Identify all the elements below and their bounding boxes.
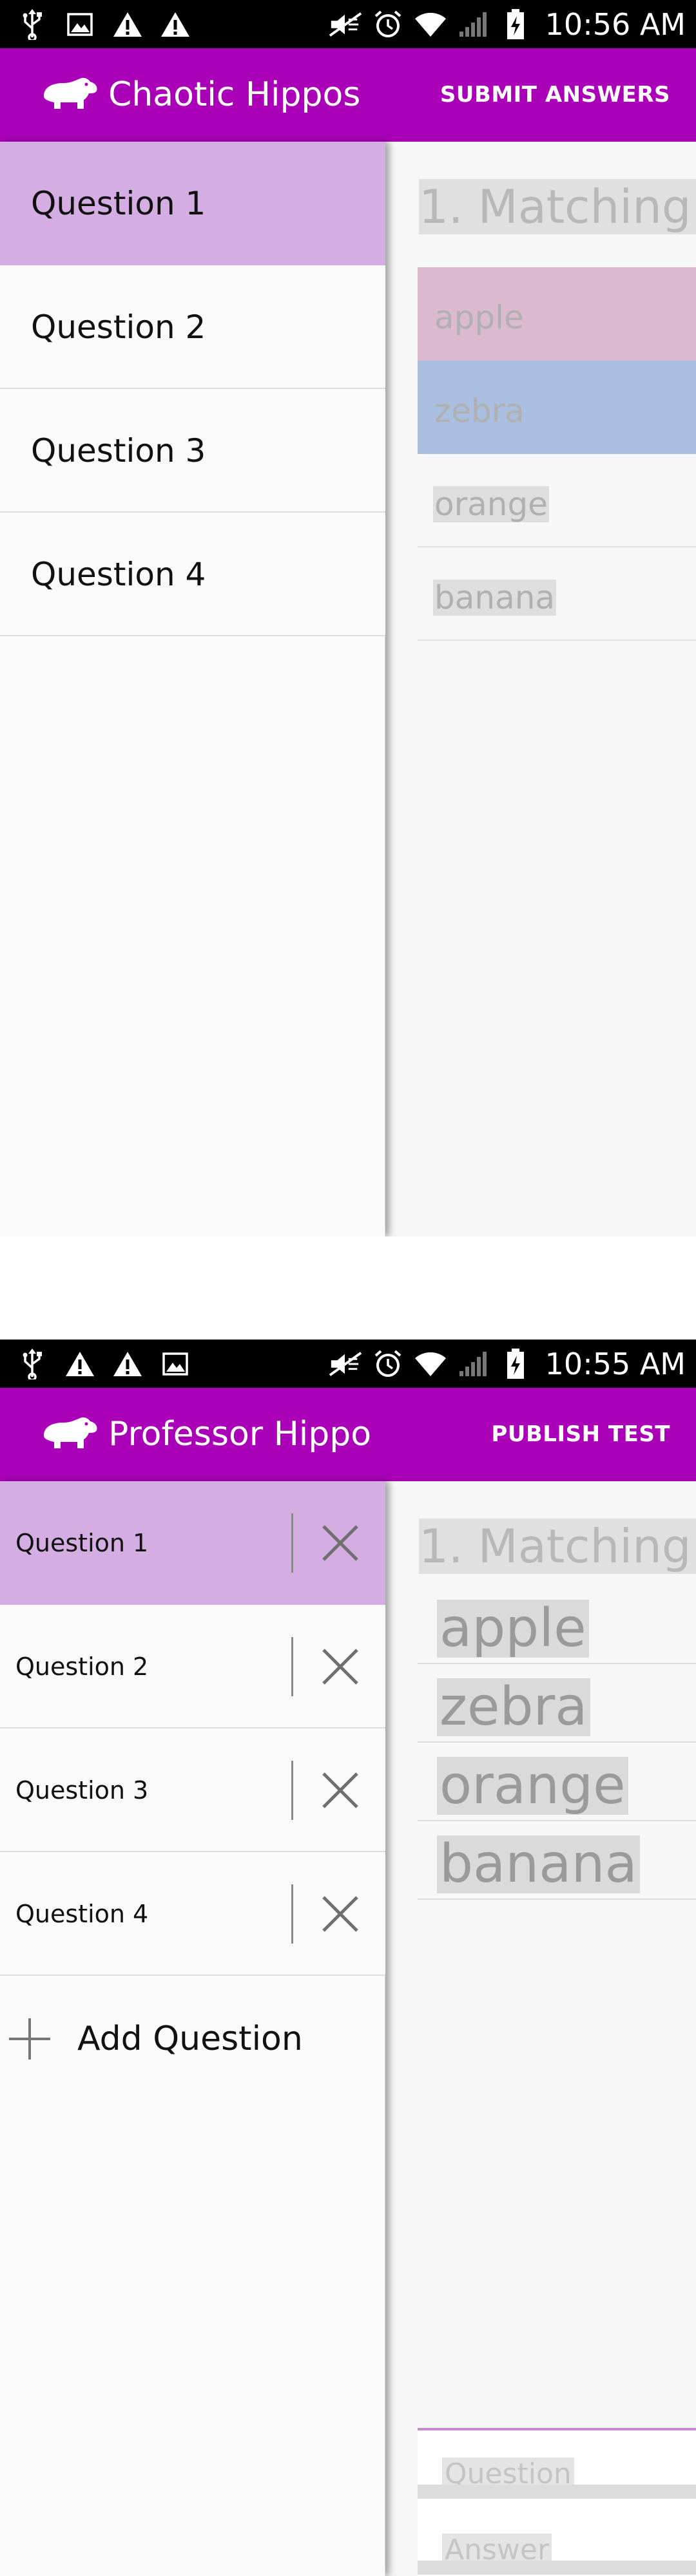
edit-option-label: zebra (437, 1678, 590, 1736)
question-editor: 1. Matching apple zebra orange banana Qu… (385, 1481, 696, 2576)
match-option-zebra[interactable]: zebra (418, 361, 696, 454)
edit-option-orange[interactable]: orange (418, 1743, 696, 1821)
app-title: Chaotic Hippos (108, 75, 361, 114)
student-screen: 10:56 AM Chaotic Hippos SUBMIT ANSWERS Q… (0, 0, 696, 1236)
match-option-orange[interactable]: orange (418, 454, 696, 547)
match-option-apple[interactable]: apple (418, 267, 696, 361)
drawer-item-question-1[interactable]: Question 1 (0, 1481, 385, 1605)
match-option-label: zebra (434, 392, 525, 430)
close-icon[interactable] (316, 1517, 365, 1569)
question-drawer: Question 1 Question 2 Question 3 Questio… (0, 142, 385, 1236)
edit-option-apple[interactable]: apple (418, 1586, 696, 1664)
question-field-underline (418, 2485, 696, 2499)
drawer-item-label: Question 2 (31, 308, 206, 346)
question-heading: 1. Matching (419, 179, 696, 234)
image-icon (63, 8, 97, 41)
drawer-item-label: Question 1 (15, 1529, 149, 1557)
mute-icon (329, 8, 362, 41)
drawer-item-question-1[interactable]: Question 1 (0, 142, 385, 265)
divider (291, 1761, 293, 1820)
mute-icon (329, 1348, 362, 1380)
warning-icon (159, 8, 192, 41)
edit-option-label: banana (437, 1835, 640, 1893)
add-question-button[interactable]: Add Question (0, 1976, 385, 2102)
warning-icon (111, 1348, 144, 1380)
drawer-item-question-2[interactable]: Question 2 (0, 265, 385, 389)
app-title: Professor Hippo (108, 1415, 372, 1454)
close-icon[interactable] (316, 1765, 365, 1816)
image-icon (159, 1348, 192, 1380)
status-clock: 10:56 AM (545, 6, 686, 42)
add-question-label: Add Question (77, 2020, 303, 2058)
wifi-icon (414, 1348, 447, 1380)
question-field[interactable]: Question (418, 2430, 696, 2506)
question-content: 1. Matching apple zebra orange banana (385, 142, 696, 1236)
drawer-item-question-3[interactable]: Question 3 (0, 1728, 385, 1852)
usb-icon (15, 1348, 49, 1380)
close-icon[interactable] (316, 1888, 365, 1940)
question-heading: 1. Matching (419, 1519, 696, 1574)
divider (291, 1637, 293, 1696)
drawer-item-question-3[interactable]: Question 3 (0, 389, 385, 513)
drawer-item-question-4[interactable]: Question 4 (0, 1852, 385, 1976)
signal-icon (456, 1348, 490, 1380)
app-bar: Chaotic Hippos SUBMIT ANSWERS (0, 48, 696, 142)
match-option-label: apple (434, 299, 524, 336)
match-option-label: banana (433, 579, 557, 616)
usb-icon (15, 8, 49, 41)
divider (291, 1884, 293, 1944)
drawer-item-label: Question 3 (15, 1776, 149, 1804)
question-drawer: Question 1 Question 2 Question 3 Questio… (0, 1481, 385, 2576)
close-icon[interactable] (316, 1641, 365, 1692)
wifi-icon (414, 8, 447, 41)
publish-test-button[interactable]: PUBLISH TEST (491, 1388, 670, 1481)
edit-option-banana[interactable]: banana (418, 1821, 696, 1900)
edit-option-label: orange (437, 1757, 628, 1815)
divider (291, 1513, 293, 1573)
match-option-banana[interactable]: banana (418, 547, 696, 641)
drawer-item-label: Question 4 (31, 556, 206, 593)
edit-option-zebra[interactable]: zebra (418, 1664, 696, 1743)
new-option-form: Question Answer (418, 2428, 696, 2576)
hippo-icon (41, 74, 99, 113)
status-bar: 10:56 AM (0, 0, 696, 48)
edit-option-label: apple (437, 1600, 589, 1658)
answer-field-underline (418, 2561, 696, 2575)
status-bar: 10:55 AM (0, 1340, 696, 1388)
hippo-icon (41, 1414, 99, 1452)
answer-field[interactable]: Answer (418, 2506, 696, 2576)
warning-icon (63, 1348, 97, 1380)
match-option-label: orange (433, 486, 549, 523)
drawer-item-label: Question 2 (15, 1653, 149, 1681)
drawer-item-label: Question 1 (31, 185, 206, 222)
plus-icon (6, 2016, 53, 2062)
app-bar: Professor Hippo PUBLISH TEST (0, 1388, 696, 1481)
drawer-item-question-2[interactable]: Question 2 (0, 1605, 385, 1728)
battery-icon (499, 8, 532, 41)
alarm-icon (371, 1348, 405, 1380)
drawer-item-label: Question 4 (15, 1900, 149, 1928)
drawer-item-question-4[interactable]: Question 4 (0, 513, 385, 636)
submit-answers-button[interactable]: SUBMIT ANSWERS (440, 48, 670, 142)
alarm-icon (371, 8, 405, 41)
drawer-item-label: Question 3 (31, 432, 206, 469)
teacher-screen: 10:55 AM Professor Hippo PUBLISH TEST Qu… (0, 1340, 696, 2576)
warning-icon (111, 8, 144, 41)
battery-icon (499, 1348, 532, 1380)
status-clock: 10:55 AM (545, 1346, 686, 1381)
signal-icon (456, 8, 490, 41)
